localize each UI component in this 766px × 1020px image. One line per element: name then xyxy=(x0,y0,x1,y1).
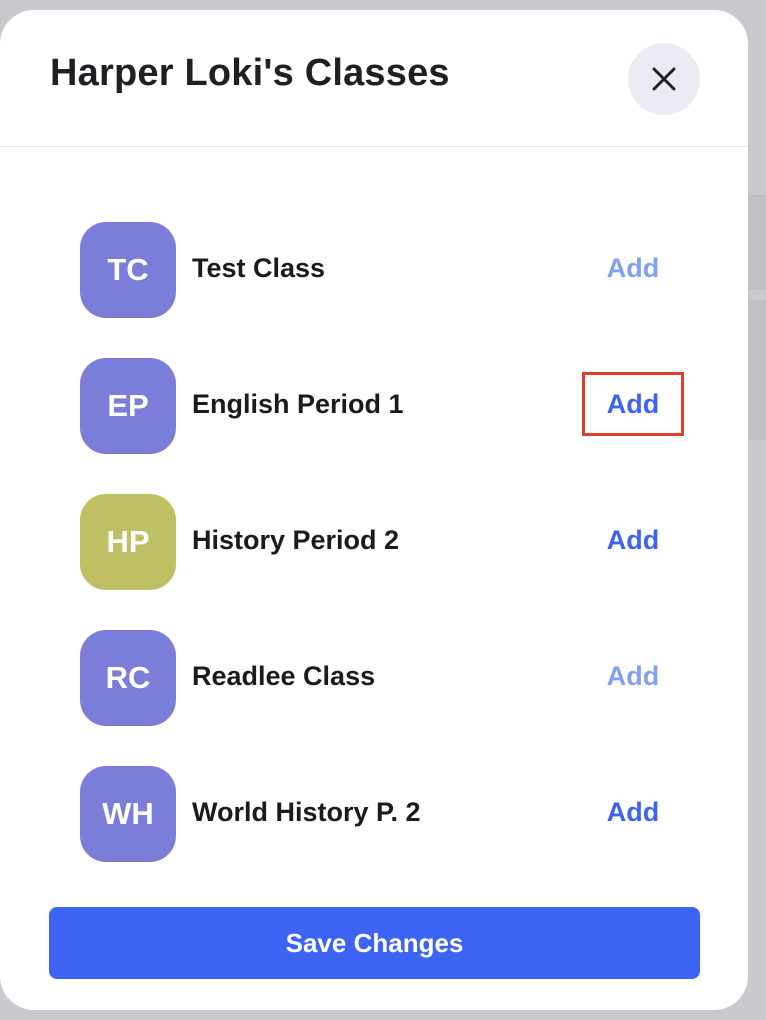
add-class-button[interactable]: Add xyxy=(582,372,684,436)
class-avatar: EP xyxy=(80,358,176,454)
class-row: HP History Period 2 Add xyxy=(80,494,690,590)
modal-header: Harper Loki's Classes xyxy=(0,10,748,147)
close-button[interactable] xyxy=(628,43,700,115)
class-name: English Period 1 xyxy=(192,389,404,419)
add-class-button[interactable]: Add xyxy=(582,644,684,708)
backdrop-panel xyxy=(746,195,766,290)
class-row: EP English Period 1 Add xyxy=(80,358,690,454)
modal-title: Harper Loki's Classes xyxy=(50,52,450,94)
class-name: Test Class xyxy=(192,253,326,283)
class-avatar: RC xyxy=(80,630,176,726)
class-list: TC Test Class Add EP English Period 1 Ad… xyxy=(80,222,690,902)
backdrop-panel xyxy=(746,300,766,440)
class-row: TC Test Class Add xyxy=(80,222,690,318)
class-row: WH World History P. 2 Add xyxy=(80,766,690,862)
class-name: History Period 2 xyxy=(192,525,400,555)
class-avatar: HP xyxy=(80,494,176,590)
class-name: Readlee Class xyxy=(192,661,376,691)
class-name: World History P. 2 xyxy=(192,797,421,827)
class-avatar: WH xyxy=(80,766,176,862)
class-avatar: TC xyxy=(80,222,176,318)
add-class-button[interactable]: Add xyxy=(582,236,684,300)
add-class-button[interactable]: Add xyxy=(582,780,684,844)
add-class-button[interactable]: Add xyxy=(582,508,684,572)
save-changes-button[interactable]: Save Changes xyxy=(49,907,700,979)
classes-modal: Harper Loki's Classes TC Test Class Add … xyxy=(0,10,748,1010)
class-row: RC Readlee Class Add xyxy=(80,630,690,726)
close-icon xyxy=(651,66,677,92)
